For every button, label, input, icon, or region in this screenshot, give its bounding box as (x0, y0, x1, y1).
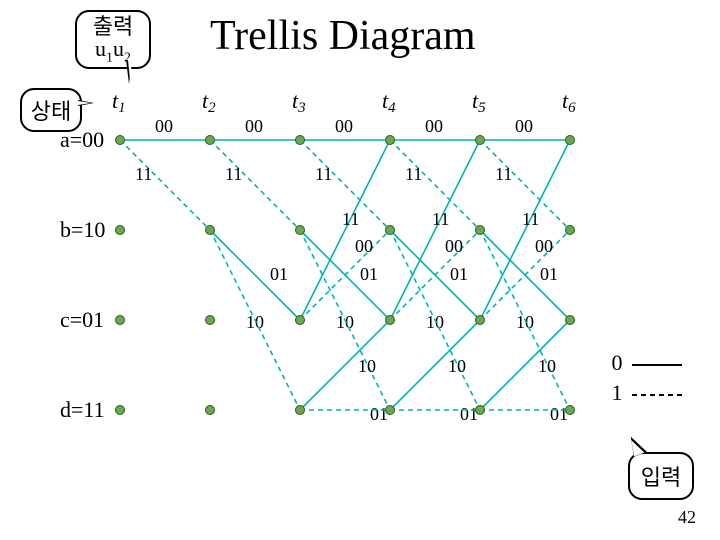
svg-text:11: 11 (495, 164, 512, 184)
output-label-1: 출력 (77, 16, 149, 38)
svg-text:10: 10 (246, 312, 264, 332)
page-number: 42 (678, 507, 696, 528)
svg-text:10: 10 (448, 356, 466, 376)
svg-text:11: 11 (405, 164, 422, 184)
svg-text:00: 00 (425, 116, 443, 136)
svg-text:10: 10 (336, 312, 354, 332)
svg-text:01: 01 (450, 264, 468, 284)
output-label-2: u1u2 (77, 38, 149, 65)
svg-text:00: 00 (245, 116, 263, 136)
svg-text:d=11: d=11 (60, 397, 105, 422)
svg-text:t5: t5 (472, 88, 486, 116)
svg-text:a=00: a=00 (60, 127, 104, 152)
svg-text:10: 10 (516, 312, 534, 332)
svg-text:00: 00 (515, 116, 533, 136)
svg-text:11: 11 (432, 209, 449, 229)
svg-text:11: 11 (315, 164, 332, 184)
svg-text:00: 00 (355, 236, 373, 256)
trellis-diagram: 00 11 00 11 10 01 00 11 10 01 11 00 01 10 00 11 10 01 11 00… (60, 80, 620, 450)
svg-text:01: 01 (360, 264, 378, 284)
svg-text:01: 01 (540, 264, 558, 284)
svg-text:11: 11 (342, 209, 359, 229)
svg-text:00: 00 (155, 116, 173, 136)
svg-text:10: 10 (358, 356, 376, 376)
svg-text:11: 11 (135, 164, 152, 184)
legend-one: 1 (612, 380, 687, 406)
page-title: Trellis Diagram (210, 12, 476, 60)
svg-text:01: 01 (370, 404, 388, 424)
svg-text:11: 11 (225, 164, 242, 184)
svg-text:10: 10 (538, 356, 556, 376)
svg-text:01: 01 (550, 404, 568, 424)
svg-text:00: 00 (535, 236, 553, 256)
svg-text:t6: t6 (562, 88, 576, 116)
svg-text:01: 01 (270, 264, 288, 284)
svg-text:c=01: c=01 (60, 307, 104, 332)
svg-text:t1: t1 (112, 88, 126, 116)
svg-text:t3: t3 (292, 88, 306, 116)
input-callout: 입력 (628, 452, 694, 500)
svg-text:00: 00 (445, 236, 463, 256)
svg-text:01: 01 (460, 404, 478, 424)
legend-zero: 0 (612, 350, 687, 376)
svg-text:11: 11 (522, 209, 539, 229)
svg-text:b=10: b=10 (60, 217, 105, 242)
svg-text:00: 00 (335, 116, 353, 136)
svg-text:10: 10 (426, 312, 444, 332)
svg-text:t4: t4 (382, 88, 396, 116)
svg-text:t2: t2 (202, 88, 216, 116)
output-callout: 출력 u1u2 (75, 10, 151, 69)
